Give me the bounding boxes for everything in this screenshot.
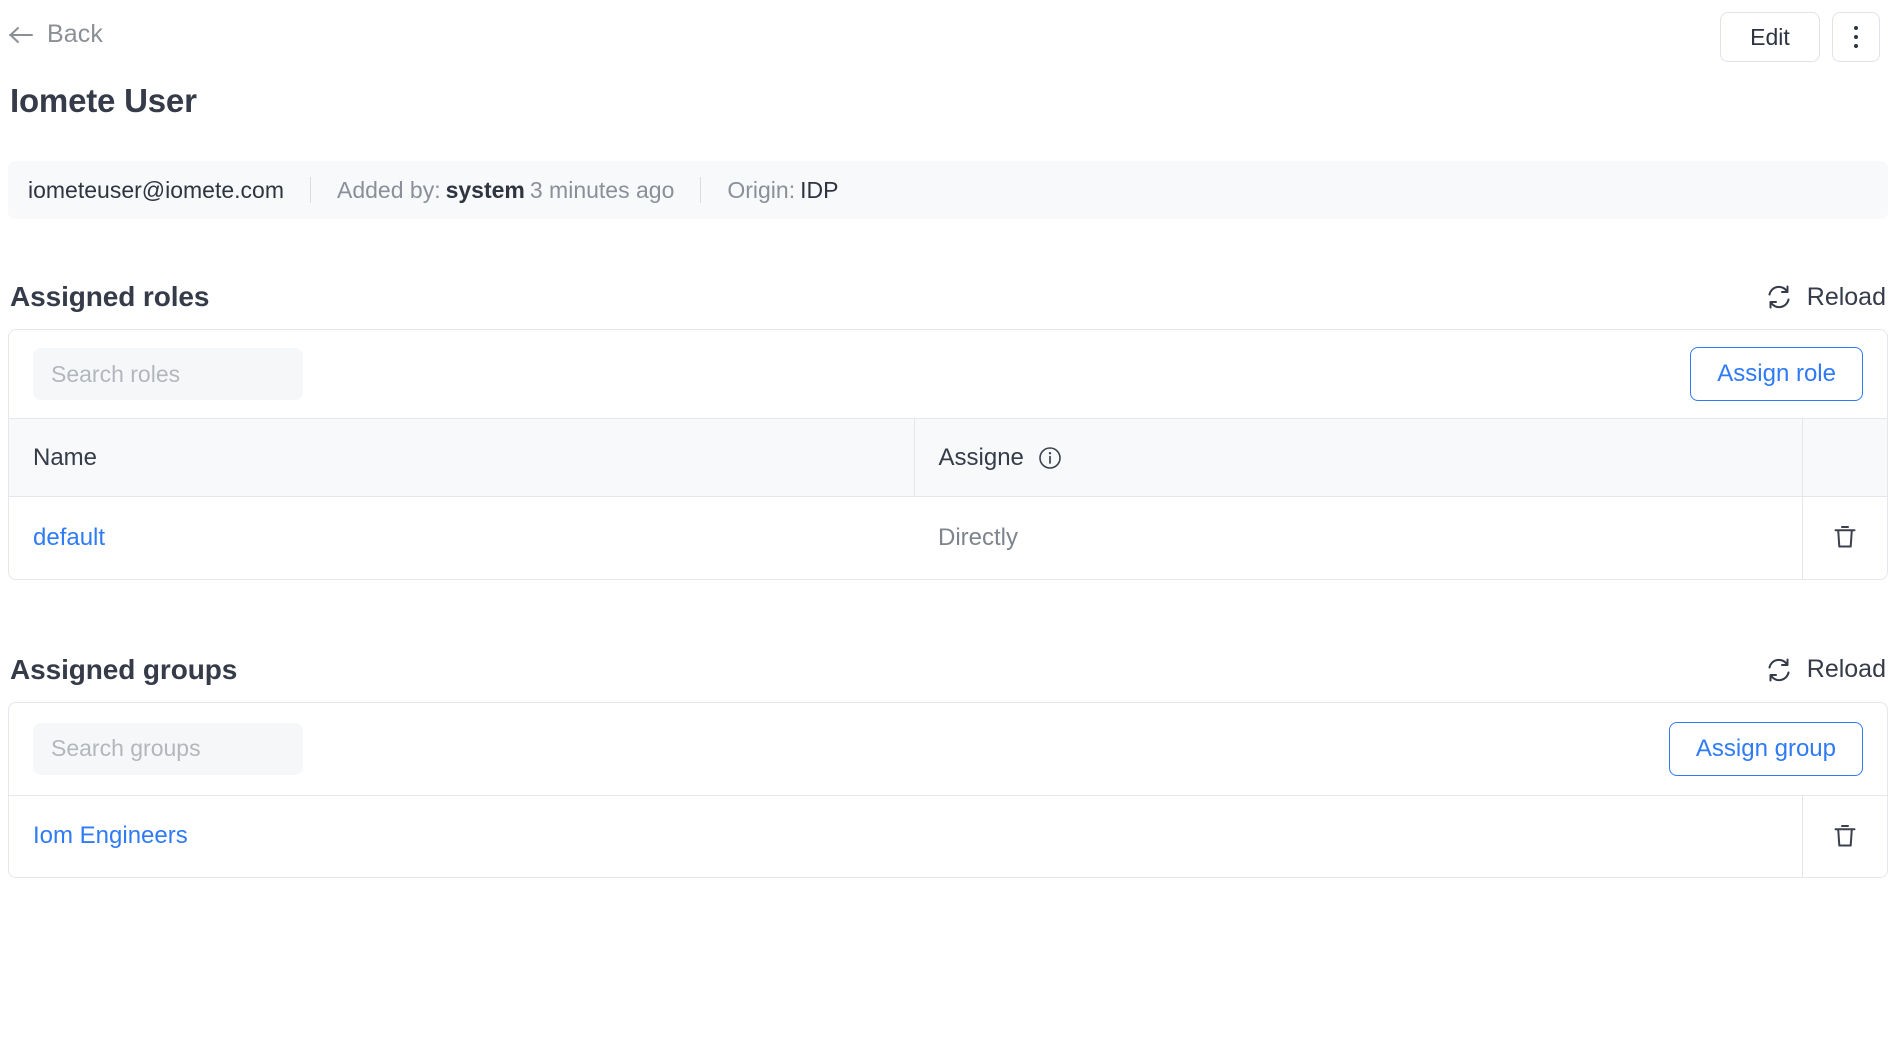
trash-icon [1833, 823, 1857, 849]
assigned-groups-header: Assigned groups Reload [8, 654, 1888, 686]
assign-role-button[interactable]: Assign role [1690, 347, 1863, 401]
more-vertical-icon-dot [1854, 26, 1858, 30]
page-title: Iomete User [10, 82, 197, 119]
refresh-icon [1765, 656, 1793, 684]
meta-divider [310, 177, 311, 203]
origin-label: Origin: [727, 176, 796, 203]
page-header: Back Edit [8, 0, 1888, 76]
user-detail-page: Back Edit Iomete User iometeuser@iomete.… [0, 0, 1896, 1062]
groups-toolbar: Assign group [9, 703, 1887, 795]
assigned-roles-title: Assigned roles [10, 281, 210, 312]
user-meta-bar: iometeuser@iomete.com Added by: system 3… [8, 161, 1888, 219]
search-groups-input[interactable] [33, 722, 303, 775]
roles-toolbar: Assign role [9, 330, 1887, 418]
role-assigned-cell: Directly [938, 523, 1019, 551]
more-vertical-icon-dot [1854, 44, 1858, 48]
group-actions-cell [1801, 794, 1887, 877]
header-actions: Edit [1720, 12, 1880, 62]
roles-table-head: Name Assigne [9, 418, 1887, 497]
origin-value: IDP [800, 176, 839, 203]
assigned-groups-table: Iom Engineers [9, 794, 1887, 877]
column-header-assigned-label: Assigne [938, 443, 1024, 471]
assigned-roles-table: Name Assigne default Directly [9, 418, 1887, 579]
back-label: Back [47, 20, 103, 48]
assigned-groups-title: Assigned groups [10, 653, 238, 685]
delete-role-button[interactable] [1827, 518, 1863, 556]
assign-group-button[interactable]: Assign group [1668, 721, 1863, 776]
info-circle-icon[interactable] [1038, 446, 1062, 470]
arrow-left-icon [8, 24, 34, 46]
more-vertical-icon-dot [1854, 35, 1858, 39]
group-name-link[interactable]: Iom Engineers [33, 822, 188, 849]
edit-button[interactable]: Edit [1720, 12, 1820, 62]
table-row: Iom Engineers [9, 794, 1887, 877]
reload-roles-label: Reload [1806, 282, 1886, 311]
refresh-icon [1765, 283, 1793, 311]
added-time: 3 minutes ago [529, 176, 675, 203]
groups-table-body: Iom Engineers [9, 794, 1887, 877]
delete-group-button[interactable] [1827, 817, 1863, 855]
search-roles-input[interactable] [33, 348, 303, 400]
column-header-name: Name [9, 418, 915, 497]
table-row: default Directly [9, 496, 1887, 579]
reload-groups-label: Reload [1806, 655, 1886, 683]
roles-table-body: default Directly [9, 496, 1887, 579]
role-name-link[interactable]: default [33, 524, 105, 551]
meta-divider [700, 177, 702, 203]
trash-icon [1833, 524, 1857, 550]
added-by-value: system [445, 176, 525, 203]
assigned-groups-card: Assign group Iom Engineers [8, 701, 1888, 878]
more-options-button[interactable] [1832, 12, 1880, 62]
group-name-cell: Iom Engineers [9, 794, 1802, 877]
roles-header-row: Name Assigne [9, 418, 1887, 497]
added-by-label: Added by: [337, 176, 441, 203]
role-actions-cell [1801, 496, 1887, 579]
back-button[interactable]: Back [8, 22, 103, 47]
reload-groups-button[interactable]: Reload [1765, 656, 1886, 684]
column-header-assigned: Assigne [914, 418, 1803, 497]
column-header-actions [1802, 418, 1887, 497]
user-email: iometeuser@iomete.com [28, 176, 284, 203]
assigned-roles-card: Assign role Name Assigne [8, 329, 1888, 580]
assigned-roles-header: Assigned roles Reload [8, 281, 1888, 313]
role-name-cell: default [9, 497, 914, 579]
reload-roles-button[interactable]: Reload [1765, 283, 1886, 311]
